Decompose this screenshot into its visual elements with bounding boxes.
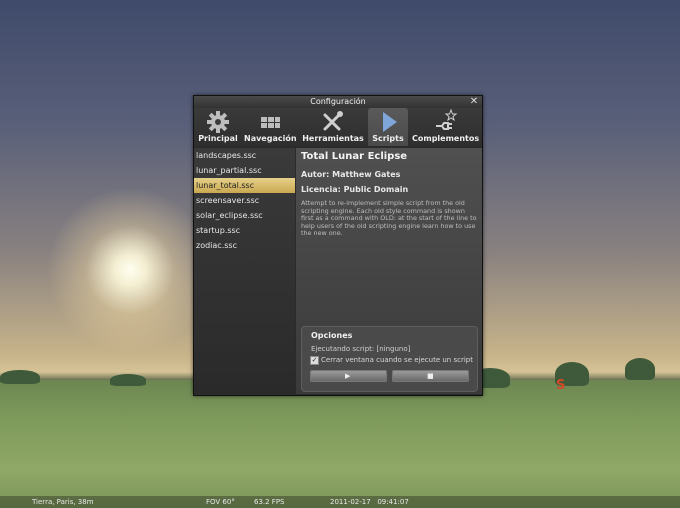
list-item-selected[interactable]: lunar_total.ssc <box>194 178 295 193</box>
tree <box>625 358 655 380</box>
list-item[interactable]: screensaver.ssc <box>194 193 295 208</box>
gear-icon <box>196 108 240 134</box>
fov-readout: FOV 60° <box>206 498 235 506</box>
tools-icon <box>302 108 364 134</box>
tab-complementos[interactable]: Complementos <box>412 108 479 146</box>
tab-navegacion[interactable]: Navegación <box>244 108 297 146</box>
close-window-checkbox[interactable]: ✓ <box>310 356 319 365</box>
stop-icon: ■ <box>427 372 434 380</box>
configuration-dialog: Configuración ✕ Principal Navegación Her… <box>193 95 483 396</box>
close-window-label[interactable]: Cerrar ventana cuando se ejecute un scri… <box>321 356 473 364</box>
tab-scripts[interactable]: Scripts <box>368 108 408 146</box>
script-title: Total Lunar Eclipse <box>301 151 408 162</box>
script-info-pane: Total Lunar Eclipse Autor: Matthew Gates… <box>296 148 482 394</box>
options-title: Opciones <box>311 331 353 340</box>
list-item[interactable]: landscapes.ssc <box>194 148 295 163</box>
ground-landscape <box>0 380 680 508</box>
list-item[interactable]: startup.ssc <box>194 223 295 238</box>
dialog-title: Configuración <box>310 97 366 106</box>
script-license: Licencia: Public Domain <box>301 185 409 194</box>
tab-herramientas[interactable]: Herramientas <box>302 108 364 146</box>
navigation-icon <box>244 108 296 134</box>
fps-readout: 63.2 FPS <box>254 498 285 506</box>
close-icon[interactable]: ✕ <box>469 96 479 108</box>
tab-bar: Principal Navegación Herramientas Script… <box>194 108 482 146</box>
tree <box>0 370 40 384</box>
plugin-icon <box>412 108 478 134</box>
tree <box>110 374 146 386</box>
dialog-titlebar[interactable]: Configuración ✕ <box>194 96 482 108</box>
script-author: Autor: Matthew Gates <box>301 170 401 179</box>
running-script-status: Ejecutando script: [ninguno] <box>311 345 411 353</box>
datetime-readout: 2011-02-17 09:41:07 <box>330 498 409 506</box>
list-item[interactable]: solar_eclipse.ssc <box>194 208 295 223</box>
list-item[interactable]: zodiac.ssc <box>194 238 295 253</box>
script-description: Attempt to re-implement simple script fr… <box>301 199 477 238</box>
play-icon <box>368 108 408 134</box>
options-group: Opciones Ejecutando script: [ninguno] ✓ … <box>301 326 478 392</box>
script-list[interactable]: landscapes.ssc lunar_partial.ssc lunar_t… <box>194 148 295 394</box>
play-icon: ▶ <box>345 372 351 380</box>
stop-script-button[interactable]: ■ <box>392 370 469 382</box>
cardinal-south-marker: S <box>556 378 566 393</box>
tab-principal[interactable]: Principal <box>196 108 240 146</box>
location-readout: Tierra, Paris, 38m <box>32 498 94 506</box>
list-item[interactable]: lunar_partial.ssc <box>194 163 295 178</box>
status-bar: Tierra, Paris, 38m FOV 60° 63.2 FPS 2011… <box>0 496 680 508</box>
run-script-button[interactable]: ▶ <box>310 370 387 382</box>
